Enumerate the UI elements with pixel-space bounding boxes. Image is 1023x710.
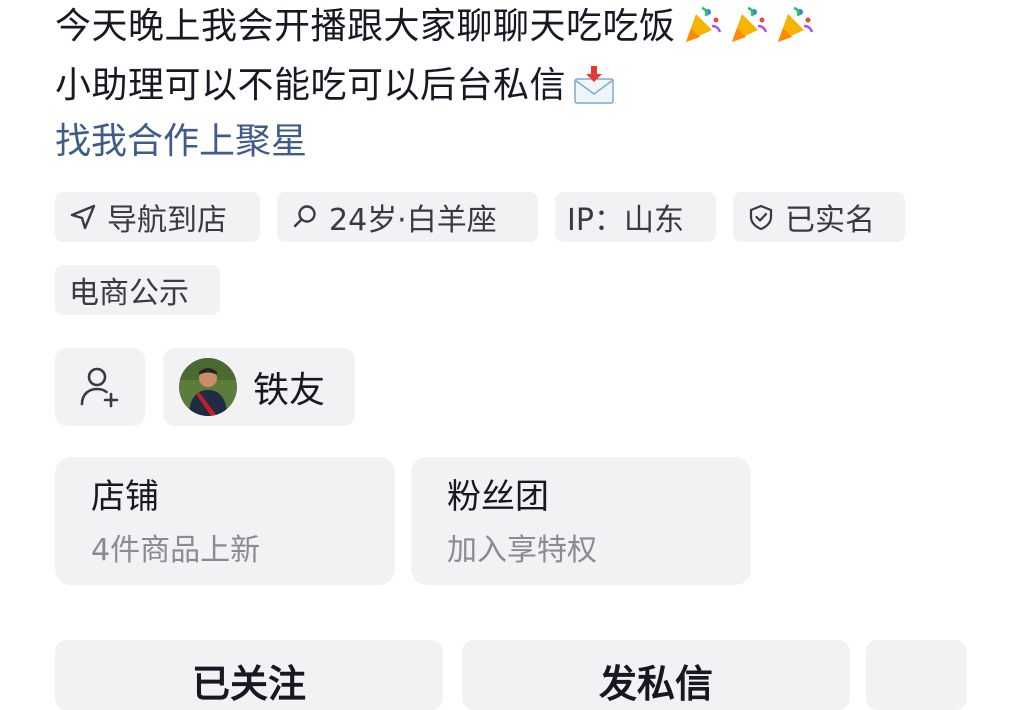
cooperation-link[interactable]: 找我合作上聚星 xyxy=(55,120,307,164)
bio-line-2: 小助理可以不能吃可以后台私信 xyxy=(55,64,616,108)
incoming-envelope-icon xyxy=(574,66,614,104)
add-user-icon xyxy=(80,367,119,408)
followed-label: 已关注 xyxy=(191,662,306,706)
age-zodiac-tag: 24岁·白羊座 xyxy=(277,192,538,242)
shield-check-icon xyxy=(749,204,773,231)
fan-club-card[interactable]: 粉丝团 加入享特权 xyxy=(411,457,751,585)
party-popper-icon xyxy=(731,6,767,42)
navigation-arrow-icon xyxy=(70,204,96,230)
friend-group-button[interactable]: 铁友 xyxy=(163,348,355,426)
fan-club-card-subtitle: 加入享特权 xyxy=(447,533,597,568)
party-popper-icon xyxy=(777,6,813,42)
shop-card-title: 店铺 xyxy=(91,477,159,517)
ecommerce-disclosure-label: 电商公示 xyxy=(69,276,189,311)
ip-location-tag: IP：山东 xyxy=(555,192,716,242)
bio-line-1: 今天晚上我会开播跟大家聊聊天吃吃饭 xyxy=(55,4,814,49)
followed-button[interactable]: 已关注 xyxy=(55,640,443,710)
age-zodiac-label: 24岁·白羊座 xyxy=(329,203,497,238)
more-button[interactable] xyxy=(866,640,967,710)
verified-tag[interactable]: 已实名 xyxy=(733,192,905,242)
bio-text-2: 小助理可以不能吃可以后台私信 xyxy=(55,65,567,106)
magnifier-icon xyxy=(293,205,316,228)
verified-label: 已实名 xyxy=(785,203,875,238)
shop-card[interactable]: 店铺 4件商品上新 xyxy=(55,457,395,585)
avatar xyxy=(179,358,237,416)
fan-club-card-title: 粉丝团 xyxy=(447,477,549,517)
send-message-button[interactable]: 发私信 xyxy=(462,640,850,710)
bio-text-1: 今天晚上我会开播跟大家聊聊天吃吃饭 xyxy=(55,6,676,47)
friend-group-label: 铁友 xyxy=(253,370,326,411)
add-friend-button[interactable] xyxy=(55,348,145,426)
ip-location-label: IP：山东 xyxy=(567,203,684,238)
party-popper-icon xyxy=(685,6,721,42)
shop-card-subtitle: 4件商品上新 xyxy=(91,533,261,568)
send-message-label: 发私信 xyxy=(598,662,713,706)
ecommerce-disclosure-tag[interactable]: 电商公示 xyxy=(55,265,220,315)
navigate-to-store-tag[interactable]: 导航到店 xyxy=(55,192,260,242)
navigate-to-store-label: 导航到店 xyxy=(107,203,227,238)
